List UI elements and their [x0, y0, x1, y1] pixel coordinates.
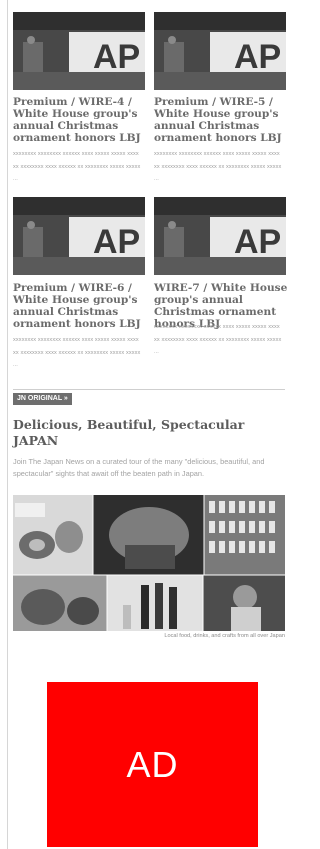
collage-caption: Local food, drinks, and crafts from all …: [164, 633, 285, 639]
ap-logo-text: AP: [93, 38, 140, 76]
jn-original-badge[interactable]: JN ORIGINAL »: [13, 393, 72, 405]
ad-label: AD: [126, 743, 179, 785]
ap-logo-text: AP: [234, 223, 281, 261]
left-border: [7, 0, 8, 849]
ap-logo-text: AP: [93, 223, 140, 261]
feature-description: Join The Japan News on a curated tour of…: [13, 457, 265, 478]
article-summary: xxxxxxxx xxxxxxxx xxxxxx xxxx xxxxx xxxx…: [13, 151, 141, 182]
feature-collage-image[interactable]: [13, 495, 285, 631]
ad-banner[interactable]: AD: [47, 682, 258, 847]
article-summary: xxxxxxxx xxxxxxxx xxxxxx xxxx xxxxx xxxx…: [154, 151, 282, 182]
article-title[interactable]: Premium / WIRE-4 / White House group's a…: [13, 96, 147, 144]
article-summary: xxxxxxxx xxxxxxxx xxxxxx xxxx xxxxx xxxx…: [13, 337, 141, 368]
article-thumbnail[interactable]: AP: [13, 12, 145, 90]
article-title[interactable]: Premium / WIRE-6 / White House group's a…: [13, 282, 147, 330]
ap-logo-text: AP: [234, 38, 281, 76]
section-divider: [13, 389, 285, 390]
article-title[interactable]: Premium / WIRE-5 / White House group's a…: [154, 96, 288, 144]
article-thumbnail[interactable]: AP: [154, 197, 286, 275]
article-summary: xxxxxxxx xxxxxxxx xxxxxx xxxx xxxxx xxxx…: [154, 324, 282, 355]
article-thumbnail[interactable]: AP: [13, 197, 145, 275]
feature-title[interactable]: Delicious, Beautiful, Spectacular JAPAN: [13, 417, 273, 449]
article-thumbnail[interactable]: AP: [154, 12, 286, 90]
